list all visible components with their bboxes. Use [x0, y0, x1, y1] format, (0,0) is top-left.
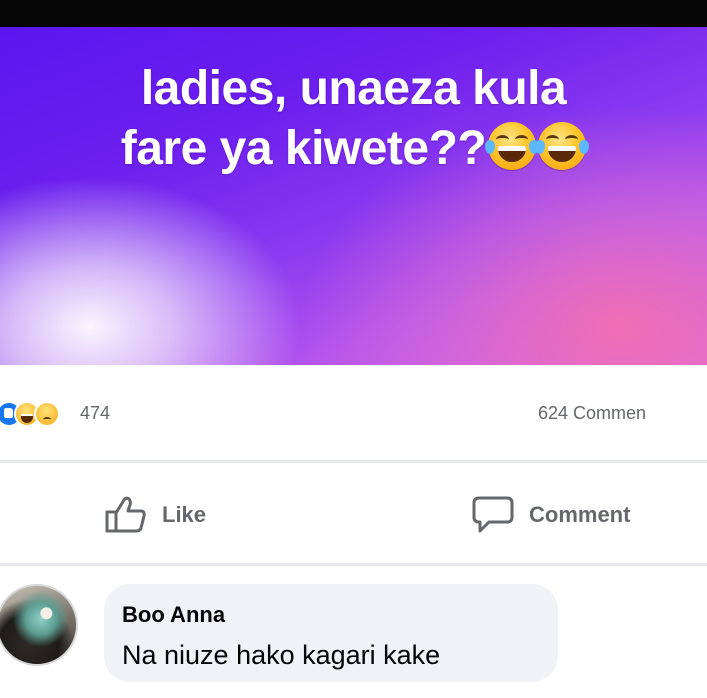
headline-line-1: ladies, unaeza kula [140, 62, 567, 115]
sad-reaction-icon [34, 401, 60, 427]
reaction-count[interactable]: 474 [80, 403, 110, 424]
post-background: ladies, unaeza kula fare ya kiwete?? [0, 27, 707, 365]
top-bar [0, 0, 707, 27]
commenter-avatar[interactable] [0, 584, 78, 666]
comment-count[interactable]: 624 Commen [538, 403, 646, 424]
comment-author[interactable]: Boo Anna [122, 602, 225, 628]
laughing-tears-emoji-icon [485, 122, 540, 170]
comment-text: Na niuze hako kagari kake [122, 640, 441, 670]
comment-button[interactable]: Comment [471, 495, 630, 535]
comment-label: Comment [529, 502, 631, 527]
comment-bubble: Boo Anna Na niuze hako kagari kake [104, 584, 558, 682]
post-stats-bar: 474 624 Commen [0, 365, 707, 460]
like-label: Like [162, 502, 207, 527]
headline-line-2-wrap: fare ya kiwete?? [0, 119, 707, 179]
post-action-bar: Like Comment [0, 463, 707, 563]
post-headline: ladies, unaeza kula fare ya kiwete?? [0, 59, 707, 179]
thumbs-up-icon [105, 496, 146, 533]
headline-line-2: fare ya kiwete?? [120, 122, 487, 175]
comment-item: Boo Anna Na niuze hako kagari kake [0, 566, 707, 698]
speech-bubble-icon [472, 496, 514, 533]
laughing-tears-emoji-icon [535, 122, 590, 170]
like-button[interactable]: Like [104, 495, 206, 535]
